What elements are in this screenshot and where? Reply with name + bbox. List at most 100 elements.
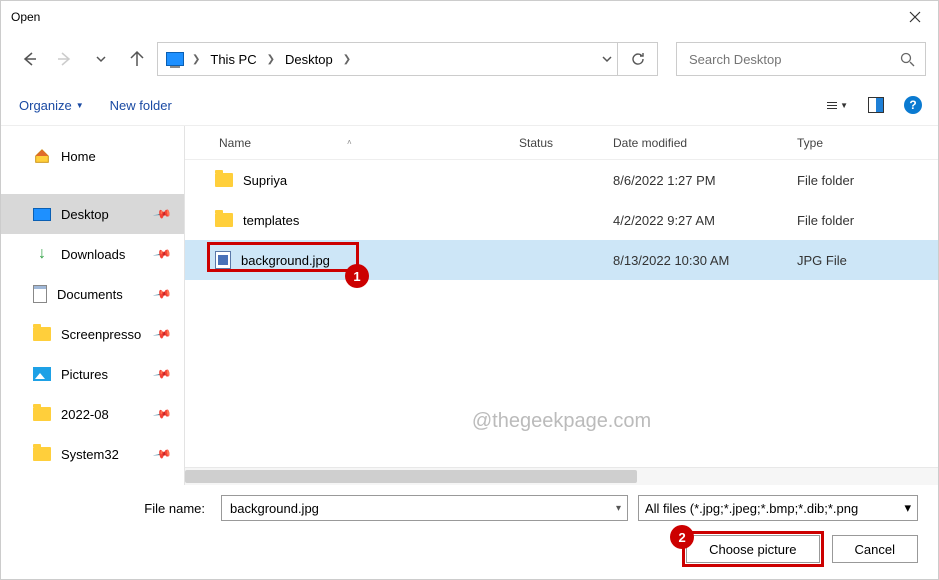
file-row[interactable]: Supriya 8/6/2022 1:27 PM File folder bbox=[185, 160, 938, 200]
sidebar-item-label: Downloads bbox=[61, 247, 125, 262]
chevron-right-icon: ❯ bbox=[341, 54, 353, 65]
sidebar-item-label: Documents bbox=[57, 287, 123, 302]
window-title: Open bbox=[11, 10, 40, 24]
column-name[interactable]: Name ˄ bbox=[213, 136, 519, 150]
toolbar: Organize ▼ New folder ▼ ? bbox=[1, 85, 938, 125]
pin-icon: 📌 bbox=[152, 284, 172, 304]
sidebar: Home Desktop 📌 ↓ Downloads 📌 Documents 📌… bbox=[1, 126, 185, 485]
titlebar: Open bbox=[1, 1, 938, 33]
body: Home Desktop 📌 ↓ Downloads 📌 Documents 📌… bbox=[1, 125, 938, 485]
refresh-button[interactable] bbox=[618, 42, 658, 76]
pin-icon: 📌 bbox=[152, 404, 172, 424]
column-date[interactable]: Date modified bbox=[613, 136, 797, 150]
column-headers: Name ˄ Status Date modified Type bbox=[185, 126, 938, 160]
filter-label: All files (*.jpg;*.jpeg;*.bmp;*.dib;*.pn… bbox=[645, 501, 858, 516]
chevron-right-icon: ❯ bbox=[190, 54, 202, 65]
file-type-filter[interactable]: All files (*.jpg;*.jpeg;*.bmp;*.dib;*.pn… bbox=[638, 495, 918, 521]
cancel-button[interactable]: Cancel bbox=[832, 535, 918, 563]
file-type: File folder bbox=[797, 213, 938, 228]
sidebar-item-label: Desktop bbox=[61, 207, 109, 222]
open-dialog: Open ❯ This PC ❯ Desktop ❯ bbox=[0, 0, 939, 580]
forward-button[interactable] bbox=[49, 43, 81, 75]
column-name-label: Name bbox=[219, 136, 251, 150]
sidebar-item-documents[interactable]: Documents 📌 bbox=[1, 274, 184, 314]
breadcrumb-desktop[interactable]: Desktop bbox=[283, 50, 335, 69]
sidebar-item-downloads[interactable]: ↓ Downloads 📌 bbox=[1, 234, 184, 274]
download-icon: ↓ bbox=[33, 245, 51, 263]
file-row[interactable]: templates 4/2/2022 9:27 AM File folder bbox=[185, 200, 938, 240]
documents-icon bbox=[33, 285, 47, 303]
footer: File name: ▾ All files (*.jpg;*.jpeg;*.b… bbox=[1, 485, 938, 579]
address-bar[interactable]: ❯ This PC ❯ Desktop ❯ bbox=[157, 42, 618, 76]
horizontal-scrollbar[interactable] bbox=[185, 467, 938, 485]
pin-icon: 📌 bbox=[152, 204, 172, 224]
arrow-up-icon bbox=[128, 50, 146, 68]
nav-row: ❯ This PC ❯ Desktop ❯ bbox=[1, 33, 938, 85]
file-date: 8/6/2022 1:27 PM bbox=[613, 173, 797, 188]
desktop-icon bbox=[33, 208, 51, 221]
column-type[interactable]: Type bbox=[797, 136, 938, 150]
breadcrumb-this-pc[interactable]: This PC bbox=[208, 50, 258, 69]
search-icon bbox=[900, 52, 915, 67]
chevron-down-icon bbox=[95, 53, 107, 65]
folder-icon bbox=[33, 327, 51, 341]
refresh-icon bbox=[630, 51, 646, 67]
caret-down-icon: ▼ bbox=[840, 101, 848, 110]
chevron-down-icon[interactable]: ▾ bbox=[616, 503, 621, 514]
this-pc-icon bbox=[166, 52, 184, 66]
arrow-left-icon bbox=[20, 50, 38, 68]
up-button[interactable] bbox=[121, 43, 153, 75]
sidebar-item-screenpresso[interactable]: Screenpresso 📌 bbox=[1, 314, 184, 354]
filename-input[interactable] bbox=[228, 500, 616, 517]
sidebar-item-home[interactable]: Home bbox=[1, 136, 184, 176]
choose-picture-button[interactable]: Choose picture bbox=[686, 535, 819, 563]
column-status[interactable]: Status bbox=[519, 136, 613, 150]
help-button[interactable]: ? bbox=[904, 96, 922, 114]
folder-icon bbox=[33, 447, 51, 461]
file-date: 8/13/2022 10:30 AM bbox=[613, 253, 797, 268]
pictures-icon bbox=[33, 367, 51, 381]
watermark: @thegeekpage.com bbox=[185, 410, 938, 433]
file-name: background.jpg bbox=[241, 253, 330, 268]
chevron-down-icon[interactable] bbox=[601, 53, 613, 65]
pin-icon: 📌 bbox=[152, 244, 172, 264]
preview-pane-button[interactable] bbox=[868, 97, 884, 113]
sidebar-item-label: Screenpresso bbox=[61, 327, 141, 342]
sidebar-item-label: Home bbox=[61, 149, 96, 164]
list-icon bbox=[827, 102, 837, 109]
file-rows: Supriya 8/6/2022 1:27 PM File folder tem… bbox=[185, 160, 938, 467]
arrow-right-icon bbox=[56, 50, 74, 68]
sidebar-item-desktop[interactable]: Desktop 📌 bbox=[1, 194, 184, 234]
sort-caret-icon: ˄ bbox=[347, 138, 352, 147]
filename-label: File name: bbox=[21, 501, 211, 516]
sidebar-item-label: 2022-08 bbox=[61, 407, 109, 422]
sidebar-item-2022-08[interactable]: 2022-08 📌 bbox=[1, 394, 184, 434]
file-date: 4/2/2022 9:27 AM bbox=[613, 213, 797, 228]
image-file-icon bbox=[215, 251, 231, 269]
close-button[interactable] bbox=[892, 1, 938, 33]
file-name: templates bbox=[243, 213, 299, 228]
sidebar-item-label: Pictures bbox=[61, 367, 108, 382]
file-name: Supriya bbox=[243, 173, 287, 188]
close-icon bbox=[909, 11, 921, 23]
chevron-right-icon: ❯ bbox=[265, 54, 277, 65]
file-type: JPG File bbox=[797, 253, 938, 268]
view-menu[interactable]: ▼ bbox=[827, 101, 848, 110]
new-folder-button[interactable]: New folder bbox=[110, 98, 172, 113]
folder-icon bbox=[215, 173, 233, 187]
back-button[interactable] bbox=[13, 43, 45, 75]
file-row-selected[interactable]: background.jpg 8/13/2022 10:30 AM JPG Fi… bbox=[185, 240, 938, 280]
home-icon bbox=[33, 147, 51, 165]
sidebar-item-pictures[interactable]: Pictures 📌 bbox=[1, 354, 184, 394]
chevron-down-icon: ▾ bbox=[904, 500, 911, 516]
search-input[interactable] bbox=[687, 51, 900, 68]
recent-button[interactable] bbox=[85, 43, 117, 75]
file-type: File folder bbox=[797, 173, 938, 188]
pin-icon: 📌 bbox=[152, 364, 172, 384]
sidebar-item-system32[interactable]: System32 📌 bbox=[1, 434, 184, 474]
file-pane: Name ˄ Status Date modified Type Supriya… bbox=[185, 126, 938, 485]
filename-combo[interactable]: ▾ bbox=[221, 495, 628, 521]
search-box[interactable] bbox=[676, 42, 926, 76]
pin-icon: 📌 bbox=[152, 444, 172, 464]
organize-menu[interactable]: Organize ▼ bbox=[19, 98, 84, 113]
